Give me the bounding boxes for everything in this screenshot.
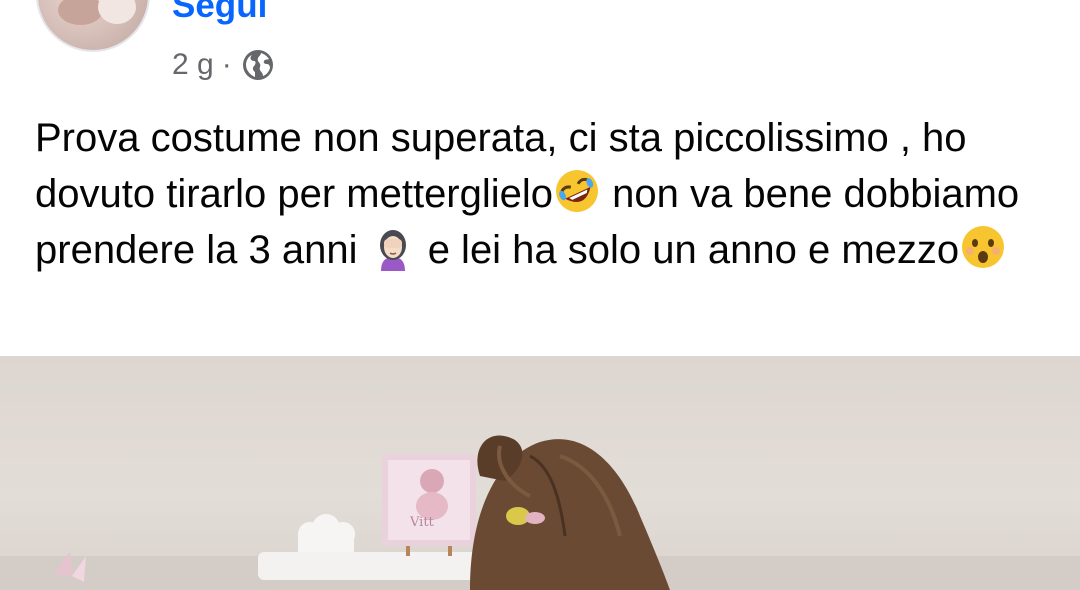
globe-icon	[242, 50, 273, 80]
post-text: Prova costume non superata, ci sta picco…	[35, 110, 1045, 278]
follow-button[interactable]: Segui	[172, 0, 267, 26]
post-photo[interactable]: Vitt	[0, 356, 1080, 590]
post-meta: 2 g ·	[172, 46, 274, 84]
avatar-figure	[58, 0, 103, 25]
woman-facepalming-icon	[379, 230, 406, 271]
photo-scene: Vitt	[0, 435, 1080, 590]
post-text-part-3: e lei ha solo un anno e mezzo	[416, 228, 960, 272]
meta-separator: ·	[221, 48, 232, 81]
child-figure	[470, 435, 670, 590]
post-age[interactable]: 2 g	[172, 46, 214, 84]
framed-picture: Vitt	[382, 454, 476, 546]
avatar-figure	[98, 0, 136, 24]
hushed-face-icon	[962, 226, 1005, 268]
author-avatar[interactable]	[36, 0, 150, 52]
cloud-decoration	[298, 514, 355, 552]
picture-sign-text: Vitt	[409, 515, 435, 530]
rolling-on-floor-laughing-icon	[556, 170, 599, 212]
